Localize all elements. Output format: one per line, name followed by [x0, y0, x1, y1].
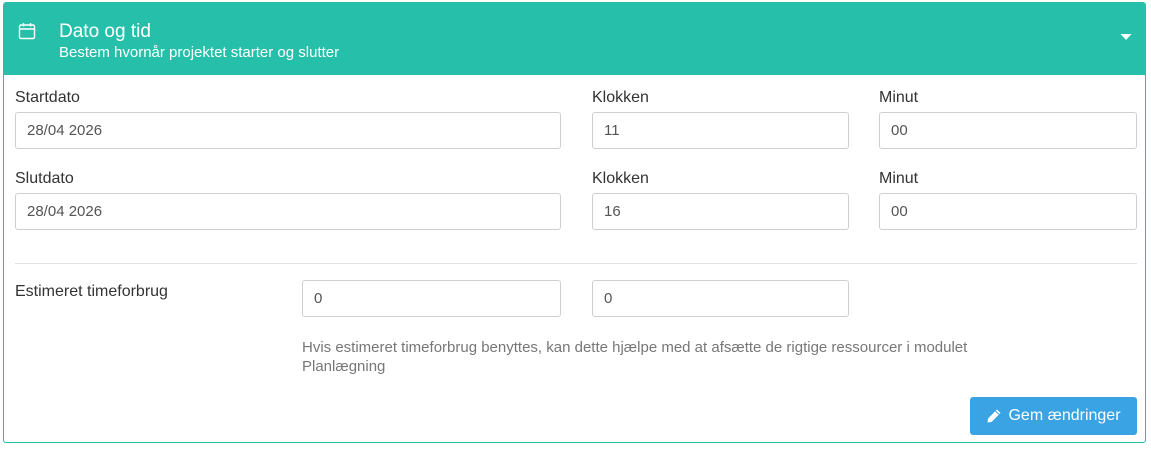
end-minute-input[interactable]	[879, 193, 1137, 230]
end-date-input[interactable]	[15, 193, 561, 230]
start-hour-input[interactable]	[592, 112, 849, 149]
start-minute-input[interactable]	[879, 112, 1137, 149]
end-hour-input[interactable]	[592, 193, 849, 230]
panel-title: Dato og tid	[59, 21, 151, 42]
end-hour-label: Klokken	[592, 170, 649, 187]
date-time-panel: Dato og tid Bestem hvornår projektet sta…	[3, 2, 1146, 443]
panel-subtitle: Bestem hvornår projektet starter og slut…	[59, 44, 340, 61]
calendar-icon	[18, 23, 36, 40]
start-date-label: Startdato	[15, 89, 80, 106]
pencil-icon	[987, 409, 1001, 423]
save-changes-button[interactable]: Gem ændringer	[970, 397, 1137, 435]
start-date-input[interactable]	[15, 112, 561, 149]
save-button-label: Gem ændringer	[1008, 407, 1121, 424]
section-divider	[15, 263, 1137, 264]
estimate-hours-input[interactable]	[302, 280, 561, 317]
start-minute-label: Minut	[879, 89, 919, 106]
start-hour-label: Klokken	[592, 89, 649, 106]
estimate-label: Estimeret timeforbrug	[15, 283, 168, 300]
panel-header[interactable]: Dato og tid Bestem hvornår projektet sta…	[4, 3, 1145, 75]
caret-down-icon[interactable]	[1120, 33, 1132, 41]
end-date-label: Slutdato	[15, 170, 74, 187]
estimate-minutes-input[interactable]	[592, 280, 849, 317]
estimate-help-text: Hvis estimeret timeforbrug benyttes, kan…	[302, 339, 968, 375]
end-minute-label: Minut	[879, 170, 919, 187]
